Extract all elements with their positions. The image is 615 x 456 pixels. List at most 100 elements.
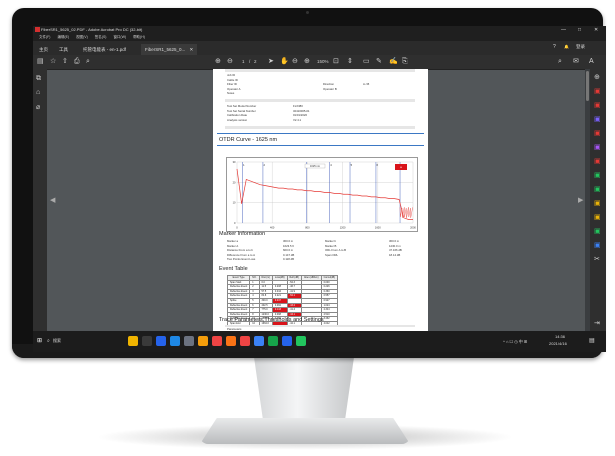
star-icon[interactable]: ☆ xyxy=(50,57,56,67)
menu-bar: 文件(F) 编辑(E) 视图(V) 签名(S) 窗口(W) 帮助(H) xyxy=(33,34,606,41)
collapse-panel-icon[interactable]: ⇥ xyxy=(594,319,600,327)
task-view-icon[interactable] xyxy=(142,336,152,346)
page-thumbnails-icon[interactable]: ⧉ xyxy=(36,75,41,83)
clock-time[interactable]: 14:36 xyxy=(555,334,565,339)
close-tab-icon[interactable]: ✕ xyxy=(190,47,194,52)
notification-icon[interactable]: ▤ xyxy=(589,337,595,344)
scroll-mode-icon[interactable]: ⇕ xyxy=(347,57,353,67)
store-icon[interactable] xyxy=(170,336,180,346)
comment-icon[interactable]: ▭ xyxy=(363,57,370,67)
search-icon[interactable]: ⌕ xyxy=(47,338,50,344)
section-band xyxy=(225,99,415,102)
edge-icon[interactable] xyxy=(156,336,166,346)
system-tray-icon[interactable]: ^ ⌂ ☐ ◷ 中 ⊞ xyxy=(503,339,527,345)
section-rule xyxy=(217,145,424,146)
login-link[interactable]: 登录 xyxy=(576,44,585,50)
zoom-in-icon[interactable]: ⊕ xyxy=(304,57,310,67)
create-pdf-icon[interactable]: ▣ xyxy=(594,101,601,109)
tab-doc-2[interactable]: FiberSR1_5625_0... ✕ xyxy=(141,44,198,55)
excel-icon[interactable] xyxy=(268,336,278,346)
comment-tool-icon[interactable]: ▣ xyxy=(594,143,601,151)
word-icon[interactable] xyxy=(282,336,292,346)
compress-icon[interactable]: ▣ xyxy=(594,171,601,179)
start-button-icon[interactable]: ⊞ xyxy=(37,337,42,344)
zoom-out-icon[interactable]: ⊖ xyxy=(292,57,298,67)
share-icon[interactable]: ⎘ xyxy=(402,57,408,67)
edit-pdf-icon[interactable]: ▣ xyxy=(594,115,601,123)
help-button[interactable]: ? xyxy=(553,44,556,50)
zoom-search-icon[interactable]: ⌕ xyxy=(86,57,90,67)
table-cell: Reflective Event xyxy=(226,307,251,313)
marker-value: 0.118 dB xyxy=(283,257,294,262)
combine-files-icon[interactable]: ▣ xyxy=(594,157,601,165)
select-cursor-icon[interactable]: ➤ xyxy=(268,57,274,67)
clock-date[interactable]: 2021/4/16 xyxy=(549,341,567,346)
title-bar: FiberSR1_5625_02.PDF - Adobe Acrobat Pro… xyxy=(33,26,606,34)
tab-tools[interactable]: 工具 xyxy=(55,44,72,55)
file-explorer-icon[interactable] xyxy=(128,336,138,346)
info-label: Operator B xyxy=(323,86,337,91)
menu-window[interactable]: 窗口(W) xyxy=(113,35,126,39)
tools-panel: ⊕ ▣ ▣ ▣ ▣ ▣ ▣ ▣ ▣ ▣ ▣ ▣ ▣ ✂ ⇥ xyxy=(590,69,606,331)
upload-icon[interactable]: ⇧ xyxy=(62,57,68,67)
zoom-tool-icon[interactable]: ⊕ xyxy=(594,73,600,81)
menu-sign[interactable]: 签名(S) xyxy=(95,35,107,39)
print-icon[interactable]: ⎙ xyxy=(74,57,80,67)
app-icon[interactable] xyxy=(226,336,236,346)
search-icon[interactable]: ⌕ xyxy=(558,57,562,67)
pen-icon[interactable]: ✎ xyxy=(376,57,382,67)
marker-value: 1230.0 m xyxy=(389,243,401,248)
chart-event-label: 2 xyxy=(264,163,266,167)
minimize-button[interactable]: — xyxy=(561,26,566,34)
hand-tool-icon[interactable]: ✋ xyxy=(280,57,289,67)
bookmark-icon[interactable]: ⌂ xyxy=(36,89,40,96)
zoom-level[interactable]: 150% xyxy=(317,57,329,67)
sign-icon[interactable]: ✍ xyxy=(389,57,398,67)
set-label: Test Set Serial Number xyxy=(227,108,256,113)
menu-file[interactable]: 文件(F) xyxy=(39,35,50,39)
fit-page-icon[interactable]: ⊡ xyxy=(333,57,339,67)
protect-icon[interactable]: ▣ xyxy=(594,213,601,221)
close-window-button[interactable]: ✕ xyxy=(594,26,598,34)
chart-event-label: 6 xyxy=(377,163,379,167)
prev-page-icon[interactable]: ⊕ xyxy=(215,57,221,67)
prev-page-arrow-icon[interactable]: ◀ xyxy=(50,196,55,204)
page-current[interactable]: 1 xyxy=(242,57,245,67)
organize-pages-icon[interactable]: ▣ xyxy=(594,129,601,137)
more-tools-icon[interactable]: ✂ xyxy=(594,255,600,263)
menu-view[interactable]: 视图(V) xyxy=(76,35,88,39)
rich-media-icon[interactable]: ▣ xyxy=(594,241,601,249)
fill-sign-icon[interactable]: ▣ xyxy=(594,185,601,193)
chart-noise-line xyxy=(399,207,413,218)
app-icon[interactable] xyxy=(184,336,194,346)
tab-doc-1[interactable]: 托管电能表 - en-1.pdf xyxy=(79,44,130,55)
translate-icon[interactable]: A xyxy=(589,57,594,67)
menu-help[interactable]: 帮助(H) xyxy=(133,35,145,39)
menu-edit[interactable]: 编辑(E) xyxy=(57,35,69,39)
wechat-icon[interactable] xyxy=(296,336,306,346)
table-cell: Reflective Event xyxy=(226,293,251,299)
info-label: Fiber ID xyxy=(227,82,237,86)
app-icon[interactable] xyxy=(254,336,264,346)
next-page-arrow-icon[interactable]: ▶ xyxy=(578,196,583,204)
redact-icon[interactable]: ▣ xyxy=(594,199,601,207)
otdr-chart: 1234567040080012001600200030201001625 nm… xyxy=(226,157,418,232)
attachment-icon[interactable]: ⌀ xyxy=(36,103,40,111)
bell-icon[interactable]: 🔔 xyxy=(564,44,569,49)
chrome-icon[interactable] xyxy=(198,336,208,346)
export-pdf-icon[interactable]: ▣ xyxy=(594,87,601,95)
next-page-icon[interactable]: ⊖ xyxy=(227,57,233,67)
scan-ocr-icon[interactable]: ▣ xyxy=(594,227,601,235)
scrollbar-thumb[interactable] xyxy=(586,71,589,101)
chart-trace-line xyxy=(236,168,413,220)
tab-home[interactable]: 主页 xyxy=(35,44,52,55)
marker-label: Two Points Event Loss xyxy=(227,257,256,262)
info-label: Operator A xyxy=(227,86,241,91)
mail-icon[interactable]: ✉ xyxy=(573,57,579,67)
sidebar-toggle-icon[interactable]: ▤ xyxy=(37,57,44,67)
section-band xyxy=(225,126,415,129)
app-icon[interactable] xyxy=(240,336,250,346)
acrobat-taskbar-icon[interactable] xyxy=(212,336,222,346)
maximize-button[interactable]: □ xyxy=(578,26,581,34)
taskbar-search[interactable]: 搜索 xyxy=(53,338,61,344)
